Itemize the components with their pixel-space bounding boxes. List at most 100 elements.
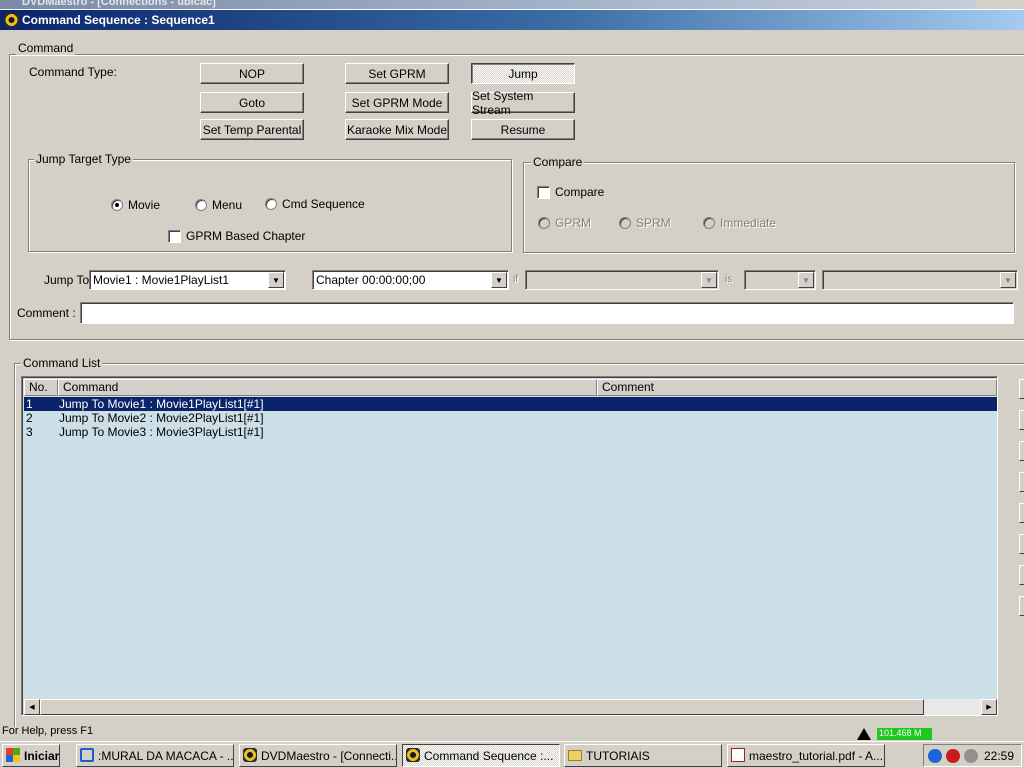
gprm-based-chapter-checkbox[interactable]	[168, 230, 181, 243]
status-text: For Help, press F1	[2, 725, 94, 737]
compare-group-label: Compare	[531, 155, 585, 169]
command-list[interactable]: No. Command Comment 1 Jump To Movie1 : M…	[21, 376, 998, 716]
side-button[interactable]	[1019, 379, 1024, 399]
windows-logo-icon	[6, 748, 20, 762]
browser-icon	[80, 748, 94, 762]
taskbar-item-command-sequence[interactable]: Command Sequence :...	[402, 744, 560, 767]
menu-radio-label[interactable]: Menu	[212, 198, 242, 212]
immediate-radio-label[interactable]: Immediate	[720, 216, 776, 230]
dialog-title: Command Sequence : Sequence1	[22, 13, 215, 27]
compare-register-dropdown[interactable]: ▼	[525, 270, 719, 290]
taskbar-item-dvdmaestro[interactable]: DVDMaestro - [Connecti...	[239, 744, 397, 767]
start-button[interactable]: Iniciar	[2, 744, 60, 767]
compare-group	[523, 162, 1015, 253]
command-group-label: Command	[16, 41, 76, 55]
comment-label: Comment :	[17, 306, 76, 320]
nop-button[interactable]: NOP	[200, 63, 304, 84]
status-bar: For Help, press F1 101.468 M	[0, 725, 1024, 741]
background-window-title: DVDMaestro - [Connections - ubicac]	[22, 0, 216, 8]
taskbar-item-pdf[interactable]: maestro_tutorial.pdf - A...	[727, 744, 885, 767]
side-button[interactable]	[1019, 565, 1024, 585]
gprm-radio-label[interactable]: GPRM	[555, 216, 591, 230]
jump-to-label: Jump To	[44, 273, 90, 287]
side-button[interactable]	[1019, 410, 1024, 430]
dvdmaestro-icon	[243, 748, 257, 762]
jump-target-type-label: Jump Target Type	[34, 152, 133, 166]
side-button[interactable]	[1019, 503, 1024, 523]
command-type-label: Command Type:	[29, 65, 117, 79]
taskbar-item-mural[interactable]: :MURAL DA MACACA - ...	[76, 744, 234, 767]
side-button[interactable]	[1019, 472, 1024, 492]
command-list-label: Command List	[21, 356, 103, 370]
side-button[interactable]	[1019, 534, 1024, 554]
cmd-sequence-radio[interactable]	[265, 198, 277, 210]
chevron-down-icon[interactable]: ▼	[491, 272, 507, 288]
chevron-down-icon[interactable]: ▼	[1000, 272, 1016, 288]
table-row[interactable]: 3 Jump To Movie3 : Movie3PlayList1[#1]	[24, 425, 997, 439]
compare-value-dropdown[interactable]: ▼	[822, 270, 1018, 290]
row-number: 2	[26, 411, 33, 425]
row-command: Jump To Movie1 : Movie1PlayList1[#1]	[59, 397, 264, 411]
dialog-titlebar[interactable]: Command Sequence : Sequence1	[0, 10, 1024, 30]
compare-checkbox-label[interactable]: Compare	[555, 185, 604, 199]
is-label: is	[725, 274, 733, 285]
immediate-radio[interactable]	[703, 217, 715, 229]
scroll-right-icon[interactable]: ▶	[981, 699, 997, 715]
sprm-radio-label[interactable]: SPRM	[636, 216, 671, 230]
start-label: Iniciar	[24, 749, 60, 763]
arrow-icon[interactable]	[928, 749, 942, 763]
antivirus-icon[interactable]	[946, 749, 960, 763]
side-button[interactable]	[1019, 596, 1024, 616]
goto-button[interactable]: Goto	[200, 92, 304, 113]
folder-icon	[568, 750, 582, 761]
command-sequence-dialog: Command Sequence : Sequence1 Command Com…	[0, 9, 1024, 740]
taskbar-item-tutoriais[interactable]: TUTORIAIS	[564, 744, 722, 767]
volume-icon[interactable]	[964, 749, 978, 763]
row-command: Jump To Movie3 : Movie3PlayList1[#1]	[59, 425, 264, 439]
set-gprm-button[interactable]: Set GPRM	[345, 63, 449, 84]
scroll-left-icon[interactable]: ◀	[24, 699, 40, 715]
movie-radio[interactable]	[111, 199, 123, 211]
set-system-stream-button[interactable]: Set System Stream	[471, 89, 575, 117]
cmd-sequence-radio-label[interactable]: Cmd Sequence	[282, 197, 365, 211]
resume-button[interactable]: Resume	[471, 119, 575, 140]
column-header-command[interactable]: Command	[58, 379, 597, 396]
pdf-icon	[731, 748, 745, 762]
compare-operator-dropdown[interactable]: ▼	[744, 270, 816, 290]
jump-target-value: Movie1 : Movie1PlayList1	[93, 273, 230, 287]
chevron-down-icon[interactable]: ▼	[701, 272, 717, 288]
comment-input[interactable]	[80, 302, 1014, 324]
clock: 22:59	[984, 749, 1015, 763]
chapter-dropdown[interactable]: Chapter 00:00:00;00 ▼	[312, 270, 509, 290]
chapter-value: Chapter 00:00:00;00	[316, 273, 426, 287]
scrollbar-thumb[interactable]	[40, 699, 924, 715]
movie-radio-label[interactable]: Movie	[128, 198, 160, 212]
row-number: 3	[26, 425, 33, 439]
jump-target-dropdown[interactable]: Movie1 : Movie1PlayList1 ▼	[89, 270, 286, 290]
side-button[interactable]	[1019, 441, 1024, 461]
chevron-down-icon[interactable]: ▼	[268, 272, 284, 288]
table-row[interactable]: 2 Jump To Movie2 : Movie2PlayList1[#1]	[24, 411, 997, 425]
horizontal-scrollbar[interactable]: ◀ ▶	[24, 699, 997, 715]
set-gprm-mode-button[interactable]: Set GPRM Mode	[345, 92, 449, 113]
karaoke-mix-mode-button[interactable]: Karaoke Mix Mode	[345, 119, 449, 140]
menu-radio[interactable]	[195, 199, 207, 211]
if-label: if	[513, 274, 518, 285]
set-temp-parental-button[interactable]: Set Temp Parental	[200, 119, 304, 140]
table-row[interactable]: 1 Jump To Movie1 : Movie1PlayList1[#1]	[24, 397, 997, 411]
gprm-radio[interactable]	[538, 217, 550, 229]
gprm-based-chapter-label[interactable]: GPRM Based Chapter	[186, 229, 305, 243]
compare-checkbox[interactable]	[537, 186, 550, 199]
chevron-down-icon[interactable]: ▼	[798, 272, 814, 288]
column-header-comment[interactable]: Comment	[597, 379, 997, 396]
system-tray: 22:59	[923, 744, 1022, 767]
memory-indicator: 101.468 M	[877, 728, 932, 740]
dvdmaestro-icon	[4, 13, 19, 27]
dvdmaestro-icon	[406, 748, 420, 762]
sprm-radio[interactable]	[619, 217, 631, 229]
row-number: 1	[26, 397, 33, 411]
taskbar: Iniciar :MURAL DA MACACA - ... DVDMaestr…	[0, 741, 1024, 768]
column-header-no[interactable]: No.	[24, 379, 58, 396]
jump-button[interactable]: Jump	[471, 63, 575, 84]
warning-icon	[857, 728, 871, 740]
